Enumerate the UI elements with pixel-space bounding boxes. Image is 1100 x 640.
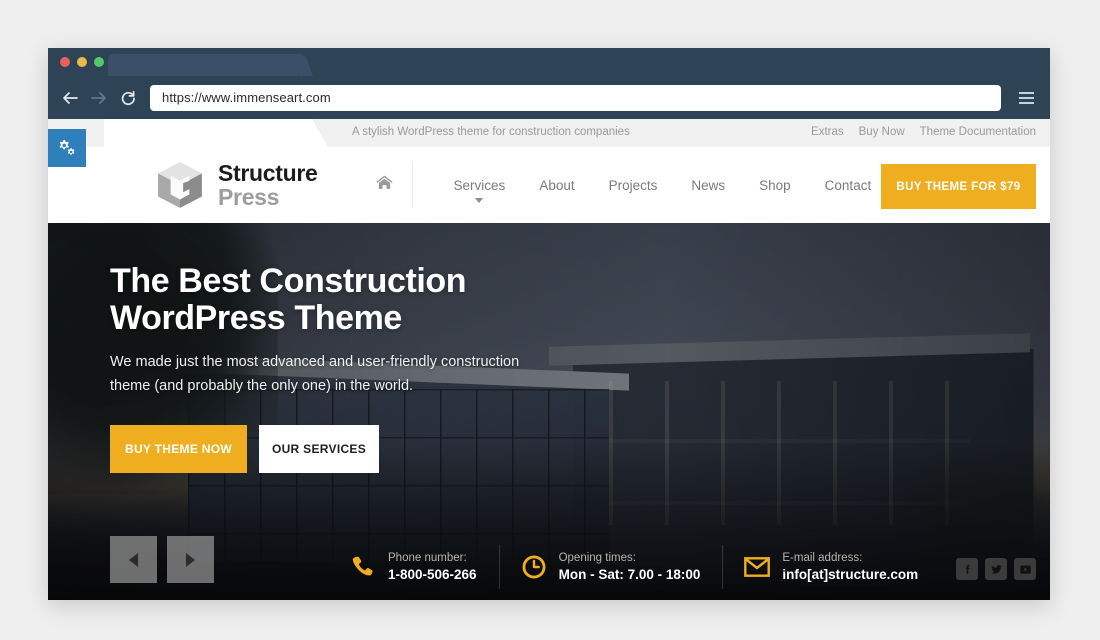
twitter-icon[interactable] (985, 558, 1007, 580)
browser-window: https://www.immenseart.com A stylish Wor… (48, 48, 1050, 600)
info-hours-label: Opening times: (558, 551, 636, 564)
topbar-link-extras[interactable]: Extras (811, 126, 844, 138)
address-bar[interactable]: https://www.immenseart.com (150, 84, 1001, 111)
phone-icon (350, 554, 376, 580)
nav-item-services[interactable]: Services (437, 177, 523, 203)
topbar-link-buy-now[interactable]: Buy Now (859, 126, 905, 138)
hexagon-cube-logo-icon (154, 159, 206, 211)
info-email-value: info[at]structure.com (782, 566, 919, 582)
browser-toolbar: https://www.immenseart.com (48, 76, 1050, 119)
hero-content: The Best Construction WordPress Theme We… (48, 223, 1050, 474)
chevron-right-icon[interactable] (167, 536, 214, 583)
youtube-icon[interactable] (1014, 558, 1036, 580)
main-navigation: Services About Projects News Shop Contac… (437, 177, 889, 203)
window-controls (60, 57, 104, 67)
chevron-left-icon[interactable] (110, 536, 157, 583)
hero-subtitle-line-2: theme (and probably the only one) in the… (110, 378, 414, 395)
hero-subtitle: We made just the most advanced and user-… (110, 351, 540, 399)
back-arrow-icon[interactable] (62, 90, 78, 106)
header-divider (411, 162, 413, 208)
brand-line-1: Structure (218, 159, 318, 186)
info-phone: Phone number: 1-800-506-266 (328, 551, 499, 584)
hero-title-line-1: The Best Construction (110, 262, 467, 300)
info-hours: Opening times: Mon - Sat: 7.00 - 18:00 (498, 544, 723, 590)
slider-navigation (110, 536, 214, 583)
buy-theme-header-button[interactable]: BUY THEME FOR $79 (881, 164, 1036, 209)
hero-slider: The Best Construction WordPress Theme We… (48, 223, 1050, 600)
social-links (956, 558, 1036, 580)
topbar-links: Extras Buy Now Theme Documentation (811, 126, 1036, 138)
forward-arrow-icon[interactable] (91, 90, 107, 106)
hero-title: The Best Construction WordPress Theme (110, 263, 1050, 336)
maximize-window-button[interactable] (94, 57, 104, 67)
site-topbar: A stylish WordPress theme for constructi… (48, 119, 1050, 147)
info-email-label: E-mail address: (782, 551, 863, 564)
site-brand[interactable]: Structure Press (154, 159, 318, 211)
clock-icon (521, 554, 547, 580)
home-icon[interactable] (375, 173, 394, 197)
browser-titlebar (48, 48, 1050, 76)
info-email-text: E-mail address: info[at]structure.com (782, 551, 918, 584)
info-phone-text: Phone number: 1-800-506-266 (388, 551, 477, 584)
envelope-icon (744, 554, 771, 580)
website-viewport: A stylish WordPress theme for constructi… (48, 119, 1050, 600)
info-hours-value: Mon - Sat: 7.00 - 18:00 (558, 566, 701, 582)
info-hours-text: Opening times: Mon - Sat: 7.00 - 18:00 (559, 551, 701, 584)
our-services-button[interactable]: OUR SERVICES (259, 425, 379, 474)
nav-item-contact[interactable]: Contact (808, 178, 889, 193)
minimize-window-button[interactable] (77, 57, 87, 67)
browser-nav-buttons (62, 90, 136, 106)
site-header: Structure Press Services About Projects … (48, 147, 1050, 223)
site-tagline: A stylish WordPress theme for constructi… (352, 126, 630, 138)
hero-subtitle-line-1: We made just the most advanced and user-… (110, 354, 520, 371)
nav-item-services-label: Services (453, 177, 506, 193)
close-window-button[interactable] (60, 57, 70, 67)
brand-wordmark: Structure Press (218, 159, 318, 210)
browser-tab[interactable] (108, 54, 298, 76)
hero-info-bar: Phone number: 1-800-506-266 Opening time… (328, 544, 1050, 590)
reload-icon[interactable] (120, 90, 136, 106)
info-phone-value: 1-800-506-266 (388, 566, 477, 582)
hamburger-menu-icon[interactable] (1011, 91, 1041, 104)
hero-buttons: BUY THEME NOW OUR SERVICES (110, 425, 1050, 474)
info-phone-label: Phone number: (388, 551, 467, 564)
logo-plate-notch (104, 119, 328, 147)
brand-line-2: Press (218, 183, 280, 210)
topbar-link-theme-documentation[interactable]: Theme Documentation (920, 126, 1036, 138)
nav-item-news[interactable]: News (674, 178, 742, 193)
facebook-icon[interactable] (956, 558, 978, 580)
buy-theme-now-button[interactable]: BUY THEME NOW (110, 425, 247, 474)
nav-item-projects[interactable]: Projects (592, 178, 675, 193)
hero-title-line-2: WordPress Theme (110, 298, 402, 337)
chevron-down-icon (475, 197, 484, 203)
info-email: E-mail address: info[at]structure.com (722, 544, 940, 590)
address-bar-text: https://www.immenseart.com (162, 90, 331, 105)
nav-item-shop[interactable]: Shop (742, 178, 808, 193)
nav-item-about[interactable]: About (522, 178, 591, 193)
gears-icon[interactable] (48, 129, 86, 167)
